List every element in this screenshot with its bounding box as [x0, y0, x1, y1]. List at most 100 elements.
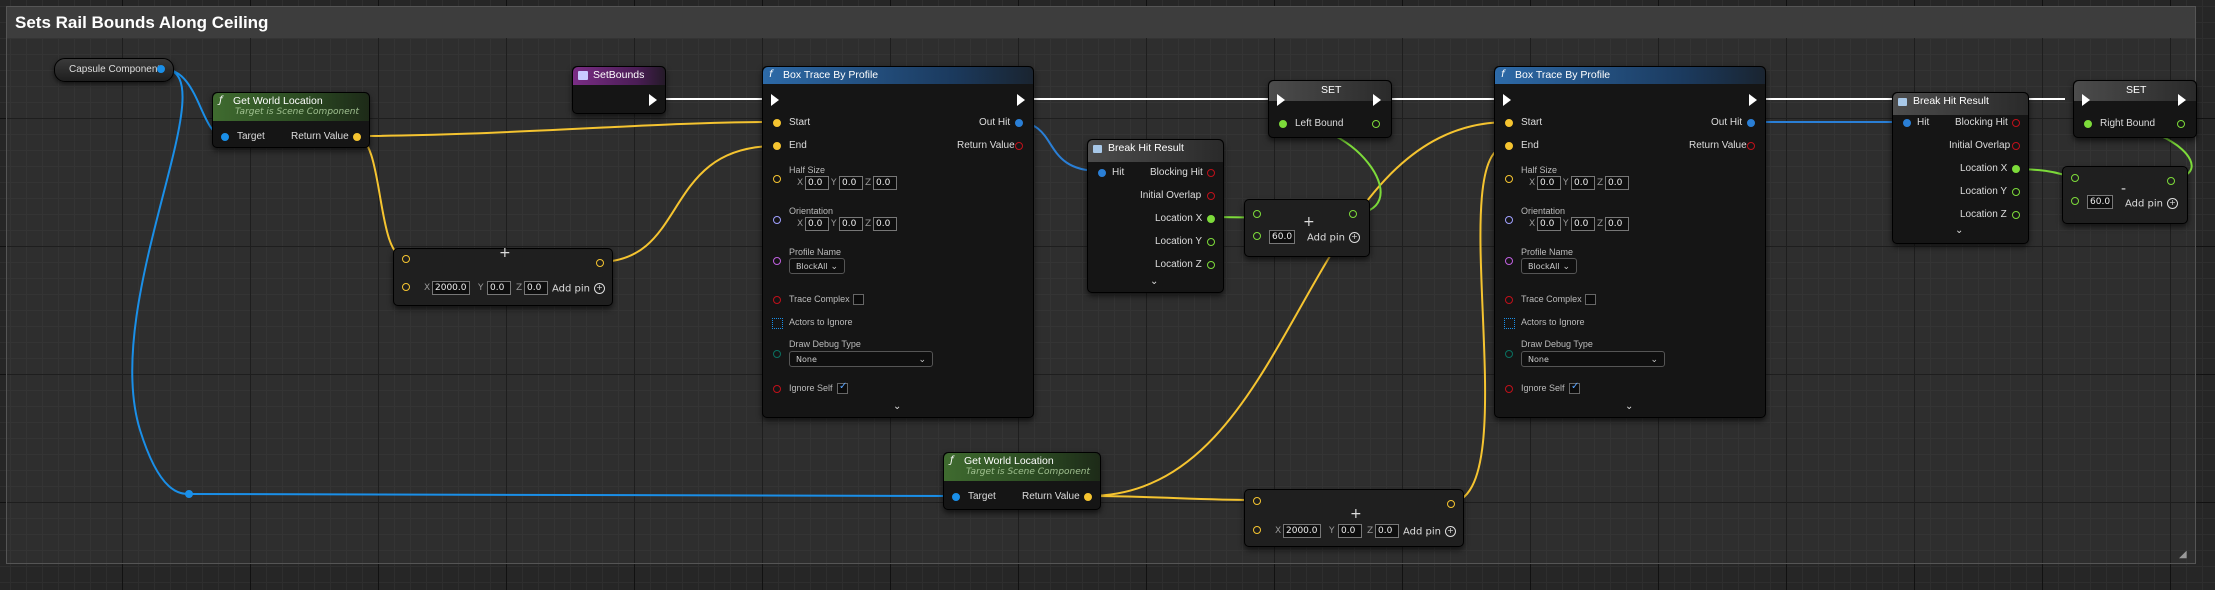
x-value-field[interactable]: 2000.0 — [432, 281, 470, 295]
orientation-z-field[interactable]: 0.0 — [1605, 217, 1629, 231]
get-world-location-node[interactable]: ƒ Get World Location Target is Scene Com… — [212, 92, 370, 148]
return-value-pin[interactable] — [353, 133, 361, 141]
end-pin[interactable] — [773, 142, 781, 150]
out-hit-pin[interactable] — [1747, 119, 1755, 127]
float-input-pin-a[interactable] — [2071, 174, 2079, 182]
add-vector-node[interactable]: + X 2000.0 Y 0.0 Z 0.0 Add pin + — [393, 245, 613, 306]
expand-chevron-icon[interactable]: ⌄ — [1150, 276, 1158, 287]
out-hit-pin[interactable] — [1015, 119, 1023, 127]
exec-in-pin[interactable] — [771, 94, 779, 106]
profile-name-pin[interactable] — [1505, 257, 1513, 265]
orientation-pin[interactable] — [1505, 216, 1513, 224]
return-value-pin[interactable] — [1747, 142, 1755, 150]
vector-input-pin-b[interactable] — [1253, 526, 1261, 534]
float-subtract-node[interactable]: - 60.0 Add pin + — [2062, 166, 2188, 224]
exec-out-pin[interactable] — [1373, 94, 1381, 106]
start-pin[interactable] — [1505, 119, 1513, 127]
float-add-node[interactable]: + 60.0 Add pin + — [1244, 199, 1370, 257]
initial-overlap-pin[interactable] — [2012, 142, 2020, 150]
float-value-field[interactable]: 60.0 — [2087, 195, 2114, 209]
float-input-pin-b[interactable] — [1253, 232, 1261, 240]
location-x-pin[interactable] — [1207, 215, 1215, 223]
target-pin[interactable] — [221, 133, 229, 141]
blocking-hit-pin[interactable] — [2012, 119, 2020, 127]
vector-input-pin-a[interactable] — [402, 255, 410, 263]
z-value-field[interactable]: 0.0 — [1375, 524, 1399, 538]
initial-overlap-pin[interactable] — [1207, 192, 1215, 200]
trace-complex-pin[interactable] — [773, 296, 781, 304]
expand-chevron-icon[interactable]: ⌄ — [1955, 225, 1963, 236]
profile-name-dropdown[interactable]: BlockAll ⌄ — [1521, 258, 1577, 274]
target-pin[interactable] — [952, 493, 960, 501]
exec-out-pin[interactable] — [1749, 94, 1757, 106]
reroute-node[interactable] — [185, 490, 193, 498]
profile-name-pin[interactable] — [773, 257, 781, 265]
set-right-bound-node[interactable]: SET Right Bound — [2073, 80, 2197, 138]
trace-complex-checkbox[interactable] — [853, 294, 864, 305]
half-size-y-field[interactable]: 0.0 — [1571, 176, 1595, 190]
exec-in-pin[interactable] — [1277, 94, 1285, 106]
ignore-self-checkbox[interactable]: ✓ — [837, 381, 848, 394]
add-pin-button[interactable]: Add pin + — [552, 283, 606, 295]
object-pin[interactable] — [157, 65, 165, 73]
vector-output-pin[interactable] — [1447, 500, 1455, 508]
ignore-self-pin[interactable] — [1505, 385, 1513, 393]
break-hit-result-node[interactable]: Break Hit Result Hit Blocking Hit Initia… — [1892, 92, 2029, 244]
orientation-x-field[interactable]: 0.0 — [1537, 217, 1561, 231]
draw-debug-type-dropdown[interactable]: None ⌄ — [1521, 351, 1665, 367]
z-value-field[interactable]: 0.0 — [524, 281, 548, 295]
half-size-y-field[interactable]: 0.0 — [839, 176, 863, 190]
half-size-x-field[interactable]: 0.0 — [805, 176, 829, 190]
break-hit-result-node[interactable]: Break Hit Result Hit Blocking Hit Initia… — [1087, 139, 1224, 293]
left-bound-pin[interactable] — [1279, 120, 1287, 128]
exec-in-pin[interactable] — [2082, 94, 2090, 106]
set-left-bound-node[interactable]: SET Left Bound — [1268, 80, 1392, 138]
y-value-field[interactable]: 0.0 — [1338, 524, 1362, 538]
orientation-x-field[interactable]: 0.0 — [805, 217, 829, 231]
float-output-pin[interactable] — [2167, 177, 2175, 185]
half-size-x-field[interactable]: 0.0 — [1537, 176, 1561, 190]
hit-pin[interactable] — [1903, 119, 1911, 127]
right-bound-pin[interactable] — [2084, 120, 2092, 128]
add-pin-button[interactable]: Add pin + — [1307, 232, 1361, 244]
float-value-field[interactable]: 60.0 — [1269, 230, 1296, 244]
trace-complex-checkbox[interactable] — [1585, 294, 1596, 305]
capsule-component-getter[interactable]: Capsule Component — [54, 58, 174, 82]
vector-output-pin[interactable] — [596, 259, 604, 267]
half-size-z-field[interactable]: 0.0 — [1605, 176, 1629, 190]
get-world-location-node[interactable]: ƒ Get World Location Target is Scene Com… — [943, 452, 1101, 510]
location-x-pin[interactable] — [2012, 165, 2020, 173]
orientation-y-field[interactable]: 0.0 — [839, 217, 863, 231]
right-bound-output-pin[interactable] — [2177, 120, 2185, 128]
exec-out-pin[interactable] — [649, 94, 657, 106]
exec-out-pin[interactable] — [2178, 94, 2186, 106]
blocking-hit-pin[interactable] — [1207, 169, 1215, 177]
array-grid-icon[interactable] — [772, 318, 783, 329]
orientation-y-field[interactable]: 0.0 — [1571, 217, 1595, 231]
y-value-field[interactable]: 0.0 — [487, 281, 511, 295]
half-size-z-field[interactable]: 0.0 — [873, 176, 897, 190]
draw-debug-type-dropdown[interactable]: None ⌄ — [789, 351, 933, 367]
end-pin[interactable] — [1505, 142, 1513, 150]
hit-pin[interactable] — [1098, 169, 1106, 177]
add-vector-node[interactable]: + X 2000.0 Y 0.0 Z 0.0 Add pin + — [1244, 489, 1464, 547]
x-value-field[interactable]: 2000.0 — [1283, 524, 1321, 538]
box-trace-by-profile-node[interactable]: f Box Trace By Profile Start Out Hit End… — [762, 66, 1034, 418]
array-grid-icon[interactable] — [1504, 318, 1515, 329]
draw-debug-type-pin[interactable] — [1505, 350, 1513, 358]
return-value-pin[interactable] — [1015, 142, 1023, 150]
orientation-pin[interactable] — [773, 216, 781, 224]
location-z-pin[interactable] — [1207, 261, 1215, 269]
half-size-pin[interactable] — [1505, 175, 1513, 183]
location-y-pin[interactable] — [2012, 188, 2020, 196]
return-value-pin[interactable] — [1084, 493, 1092, 501]
vector-input-pin-a[interactable] — [1253, 497, 1261, 505]
left-bound-output-pin[interactable] — [1372, 120, 1380, 128]
draw-debug-type-pin[interactable] — [773, 350, 781, 358]
expand-chevron-icon[interactable]: ⌄ — [893, 401, 901, 412]
location-y-pin[interactable] — [1207, 238, 1215, 246]
float-input-pin-b[interactable] — [2071, 197, 2079, 205]
location-z-pin[interactable] — [2012, 211, 2020, 219]
add-pin-button[interactable]: Add pin + — [2125, 198, 2179, 210]
add-pin-button[interactable]: Add pin + — [1403, 526, 1457, 538]
